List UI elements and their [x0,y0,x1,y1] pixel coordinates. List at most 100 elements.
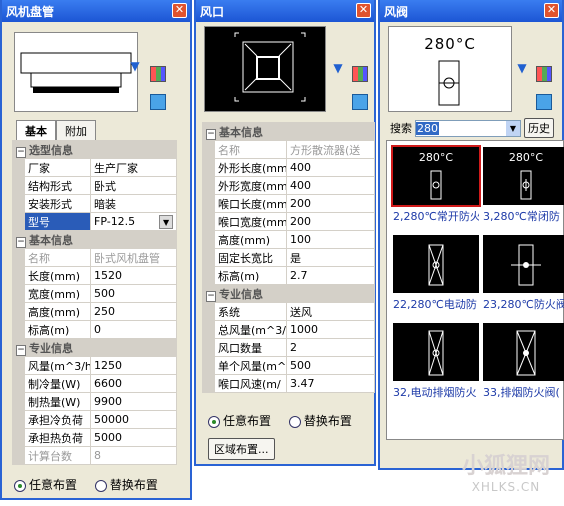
prop-row-model[interactable]: 型号 FP-12.5 ▼ [12,212,178,231]
close-icon[interactable]: ✕ [544,3,559,18]
dropdown-arrow-icon[interactable]: ▼ [514,60,530,76]
dropdown-arrow-icon[interactable]: ▼ [127,58,143,74]
thumb-caption: 23,280℃防火阀 [483,298,564,311]
group-selection[interactable]: − 选型信息 [11,140,178,159]
outlet-tools [352,66,368,122]
damper-side-icons: ▼ [514,60,530,88]
group-professional[interactable]: − 专业信息 [201,284,376,303]
outlet-panel: 风口 ✕ ▼ − 基本信息 名称 方形散流器(送 外形长度(mm 400 外形宽度(m… [194,0,376,466]
damper-panel: 风阀 ✕ 280°C ▼ 搜索 280 ▼ 历史 280°C 2,280℃常开防… [378,0,564,470]
model-select[interactable]: FP-12.5 ▼ [94,214,174,229]
group-basic[interactable]: − 基本信息 [11,230,178,249]
outlet-titlebar: 风口 ✕ [196,0,374,22]
damper-preview[interactable]: 280°C [388,26,512,112]
diffuser-drawing [234,32,306,102]
prop-row[interactable]: 外形长度(mm 400 [202,158,376,177]
prop-row[interactable]: 高度(mm) 250 [12,302,178,321]
fan-coil-tools [150,66,166,122]
radio-free-layout[interactable]: 任意布置 [14,478,77,492]
tab-extra[interactable]: 附加 [56,120,96,141]
library-icon[interactable] [352,66,368,82]
damper-symbol [438,60,460,106]
group-basic[interactable]: − 基本信息 [201,122,376,141]
cube-icon[interactable] [352,94,368,110]
group-professional[interactable]: − 专业信息 [11,338,178,357]
prop-row[interactable]: 标高(m) 2.7 [202,266,376,285]
search-input[interactable]: 280 ▼ [415,119,521,137]
outlet-property-grid: − 基本信息 名称 方形散流器(送 外形长度(mm 400 外形宽度(mm 400 喉口… [201,122,376,393]
outlet-layout-options: 任意布置 替换布置 [208,412,366,429]
radio-replace-layout[interactable]: 替换布置 [94,478,158,492]
prop-row[interactable]: 高度(mm) 100 [202,230,376,249]
thumb-caption: 33,排烟防火阀( [483,386,560,399]
fan-coil-titlebar: 风机盘管 ✕ [2,0,190,22]
damper-thumb-32[interactable]: 32,电动排烟防火 [393,323,479,399]
fan-coil-panel: 风机盘管 ✕ ▼ 基本 附加 − 选型信息 厂家 生产厂家 结构形式 卧式 安装形式 暗装… [0,0,192,500]
prop-row[interactable]: 系统 送风 [202,302,376,321]
damper-thumbnail-grid: 280°C 2,280℃常开防火 280°C 3,280℃常闭防 22,280℃… [386,140,564,440]
fan-coil-tabs: 基本 附加 [16,120,96,141]
prop-row[interactable]: 长度(mm) 1520 [12,266,178,285]
prop-row[interactable]: 宽度(mm) 500 [12,284,178,303]
prop-row[interactable]: 制冷量(W) 6600 [12,374,178,393]
search-label: 搜索 [390,122,412,135]
prop-row[interactable]: 单个风量(m^ 500 [202,356,376,375]
damper-titlebar: 风阀 ✕ [380,0,562,22]
prop-row[interactable]: 喉口风速(m/3.47 [202,374,376,393]
damper-thumb-23[interactable]: 23,280℃防火阀 [483,235,564,311]
fan-coil-layout-options: 任意布置 替换布置 [14,476,172,493]
damper-thumb-3[interactable]: 280°C 3,280℃常闭防 [483,147,564,223]
prop-row[interactable]: 制热量(W) 9900 [12,392,178,411]
prop-row[interactable]: 外形宽度(mm 400 [202,176,376,195]
close-icon[interactable]: ✕ [172,3,187,18]
outlet-side-icons: ▼ [330,60,346,88]
prop-row[interactable]: 计算台数 8 [12,446,178,465]
prop-row[interactable]: 名称 方形散流器(送 [202,140,376,159]
thumb-caption: 3,280℃常闭防 [483,210,560,223]
prop-row[interactable]: 安装形式 暗装 [12,194,178,213]
prop-row[interactable]: 喉口宽度(mm 200 [202,212,376,231]
prop-row[interactable]: 结构形式 卧式 [12,176,178,195]
prop-row[interactable]: 标高(m) 0 [12,320,178,339]
prop-row[interactable]: 风口数量 2 [202,338,376,357]
damper-thumb-22[interactable]: 22,280℃电动防 [393,235,479,311]
prop-row[interactable]: 总风量(m^3/1000 [202,320,376,339]
prop-row[interactable]: 厂家 生产厂家 [12,158,178,177]
fan-coil-preview[interactable] [14,32,138,112]
thumb-caption: 2,280℃常开防火 [393,210,479,223]
prop-row[interactable]: 承担冷负荷 50000 [12,410,178,429]
chevron-down-icon[interactable]: ▼ [159,214,174,229]
watermark-url: XHLKS.CN [471,480,541,494]
close-icon[interactable]: ✕ [356,3,371,18]
fan-coil-side-icons: ▼ [127,58,143,86]
library-icon[interactable] [150,66,166,82]
thumb-caption: 22,280℃电动防 [393,298,477,311]
library-icon[interactable] [536,66,552,82]
prop-row[interactable]: 承担热负荷 5000 [12,428,178,447]
outlet-preview[interactable] [204,26,326,112]
area-layout-button[interactable]: 区域布置... [208,438,275,460]
prop-row[interactable]: 名称 卧式风机盘管 [12,248,178,267]
radio-free-layout[interactable]: 任意布置 [208,414,271,428]
search-value: 280 [416,121,439,135]
damper-search-row: 搜索 280 ▼ 历史 [390,118,554,138]
prop-row[interactable]: 喉口长度(mm 200 [202,194,376,213]
damper-thumb-33[interactable]: 33,排烟防火阀( [483,323,564,399]
thumb-caption: 32,电动排烟防火 [393,386,477,399]
fan-coil-property-grid: − 选型信息 厂家 生产厂家 结构形式 卧式 安装形式 暗装 型号 FP-12.5 ▼ − 基… [11,140,178,465]
history-button[interactable]: 历史 [524,118,554,138]
damper-thumb-2[interactable]: 280°C 2,280℃常开防火 [391,145,481,223]
damper-preview-temp: 280°C [424,35,476,53]
outlet-title: 风口 [200,5,225,19]
radio-replace-layout[interactable]: 替换布置 [288,414,352,428]
fan-coil-drawing [20,52,132,93]
prop-row[interactable]: 风量(m^3/h) 1250 [12,356,178,375]
prop-row[interactable]: 固定长宽比是 [202,248,376,267]
cube-icon[interactable] [536,94,552,110]
tab-basic[interactable]: 基本 [16,120,56,141]
chevron-down-icon[interactable]: ▼ [506,120,520,136]
dropdown-arrow-icon[interactable]: ▼ [330,60,346,76]
damper-tools [536,66,552,122]
cube-icon[interactable] [150,94,166,110]
damper-title: 风阀 [384,5,409,19]
